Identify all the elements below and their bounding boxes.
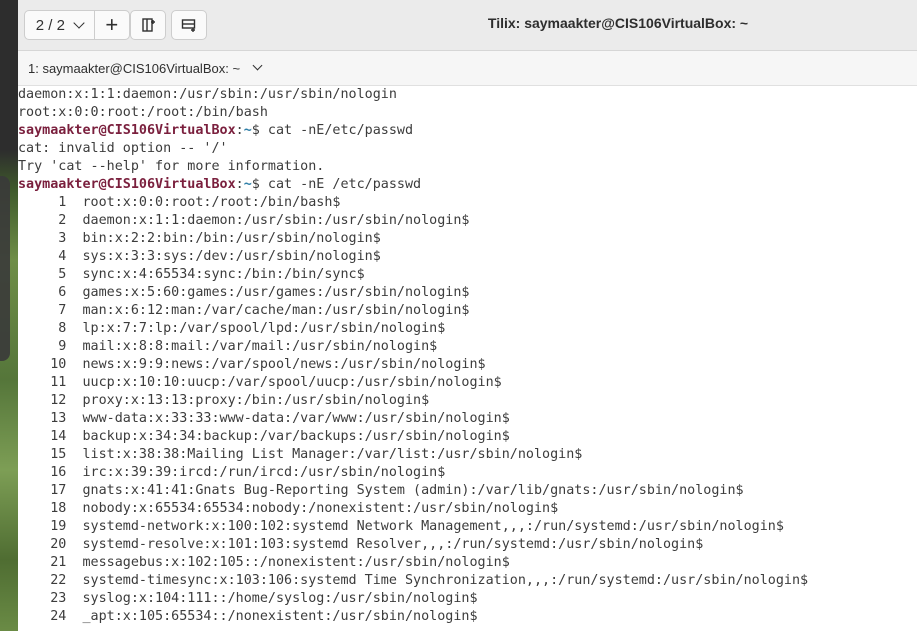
terminal-output-line: 2 daemon:x:1:1:daemon:/usr/sbin:/usr/sbi…: [18, 213, 470, 228]
terminal-title-menu[interactable]: 1: saymaakter@CIS106VirtualBox: ~: [28, 60, 263, 76]
split-vertical-button[interactable]: [171, 10, 207, 40]
session-switcher[interactable]: 2 / 2 +: [24, 10, 130, 40]
terminal-titlebar[interactable]: 1: saymaakter@CIS106VirtualBox: ~: [18, 51, 917, 86]
terminal-output-line: 7 man:x:6:12:man:/var/cache/man:/usr/sbi…: [18, 303, 470, 318]
chevron-down-icon: [73, 17, 85, 29]
prompt-user-host: saymaakter@CIS106VirtualBox: [18, 123, 236, 138]
terminal-output-line: 9 mail:x:8:8:mail:/var/mail:/usr/sbin/no…: [18, 339, 438, 354]
terminal-output-line: 13 www-data:x:33:33:www-data:/var/www:/u…: [18, 411, 510, 426]
prompt-separator: :: [235, 123, 244, 138]
terminal-output-line: root:x:0:0:root:/root:/bin/bash: [18, 105, 268, 120]
terminal-output-line: 17 gnats:x:41:41:Gnats Bug-Reporting Sys…: [18, 483, 744, 498]
split-vertical-icon: [181, 19, 196, 32]
session-dropdown[interactable]: 2 / 2: [25, 11, 95, 39]
add-session-button[interactable]: +: [95, 11, 129, 39]
terminal-output-line: 1 root:x:0:0:root:/root:/bin/bash$: [18, 195, 341, 210]
terminal-output-line: 23 syslog:x:104:111::/home/syslog:/usr/s…: [18, 591, 478, 606]
prompt-path: ~: [243, 123, 252, 138]
terminal-output-line: 11 uucp:x:10:10:uucp:/var/spool/uucp:/us…: [18, 375, 502, 390]
prompt-path: ~: [243, 177, 252, 192]
terminal-output-line: cat: invalid option -- '/': [18, 141, 228, 156]
tilix-window: 2 / 2 + Tilix: saymaakter@CIS106VirtualB…: [18, 0, 917, 631]
terminal-output-line: 21 messagebus:x:102:105::/nonexistent:/u…: [18, 555, 510, 570]
add-session-icon: +: [105, 12, 119, 37]
desktop-background: [0, 0, 18, 631]
terminal-output-line: daemon:x:1:1:daemon:/usr/sbin:/usr/sbin/…: [18, 87, 397, 102]
dock-handle: [0, 176, 10, 361]
header-bar: 2 / 2 + Tilix: saymaakter@CIS106VirtualB…: [18, 0, 917, 51]
split-horizontal-button[interactable]: [130, 10, 166, 40]
prompt-separator: :: [235, 177, 244, 192]
session-indicator: 2 / 2: [35, 16, 65, 34]
terminal-output-line: 10 news:x:9:9:news:/var/spool/news:/usr/…: [18, 357, 486, 372]
terminal-output-line: 4 sys:x:3:3:sys:/dev:/usr/sbin/nologin$: [18, 249, 381, 264]
terminal-output-line: 18 nobody:x:65534:65534:nobody:/nonexist…: [18, 501, 559, 516]
terminal-output-line: 22 systemd-timesync:x:103:106:systemd Ti…: [18, 573, 809, 588]
terminal-output-line: 20 systemd-resolve:x:101:103:systemd Res…: [18, 537, 704, 552]
terminal-output-line: 3 bin:x:2:2:bin:/bin:/usr/sbin/nologin$: [18, 231, 381, 246]
terminal-output-line: 12 proxy:x:13:13:proxy:/bin:/usr/sbin/no…: [18, 393, 430, 408]
terminal-output-line: 19 systemd-network:x:100:102:systemd Net…: [18, 519, 784, 534]
terminal-output-line: 8 lp:x:7:7:lp:/var/spool/lpd:/usr/sbin/n…: [18, 321, 446, 336]
chevron-down-icon: [252, 60, 263, 71]
window-title: Tilix: saymaakter@CIS106VirtualBox: ~: [487, 15, 749, 31]
terminal-output-line: 24 _apt:x:105:65534::/nonexistent:/usr/s…: [18, 609, 478, 624]
terminal-output-line: 15 list:x:38:38:Mailing List Manager:/va…: [18, 447, 583, 462]
terminal-output-line: 16 irc:x:39:39:ircd:/run/ircd:/usr/sbin/…: [18, 465, 446, 480]
terminal-output-line: 5 sync:x:4:65534:sync:/bin:/bin/sync$: [18, 267, 365, 282]
terminal-output[interactable]: daemon:x:1:1:daemon:/usr/sbin:/usr/sbin/…: [18, 86, 917, 631]
prompt-command: $ cat -nE/etc/passwd: [251, 123, 414, 138]
terminal-prompt-line: saymaakter@CIS106VirtualBox:~$ cat -nE/e…: [18, 122, 917, 140]
terminal-output-line: 6 games:x:5:60:games:/usr/games:/usr/sbi…: [18, 285, 470, 300]
prompt-command: $ cat -nE /etc/passwd: [251, 177, 422, 192]
prompt-user-host: saymaakter@CIS106VirtualBox: [18, 177, 236, 192]
terminal-prompt-line: saymaakter@CIS106VirtualBox:~$ cat -nE /…: [18, 176, 917, 194]
split-horizontal-icon: [142, 18, 155, 32]
terminal-output-line: 14 backup:x:34:34:backup:/var/backups:/u…: [18, 429, 510, 444]
terminal-output-line: Try 'cat --help' for more information.: [18, 159, 325, 174]
terminal-title: 1: saymaakter@CIS106VirtualBox: ~: [28, 60, 241, 76]
